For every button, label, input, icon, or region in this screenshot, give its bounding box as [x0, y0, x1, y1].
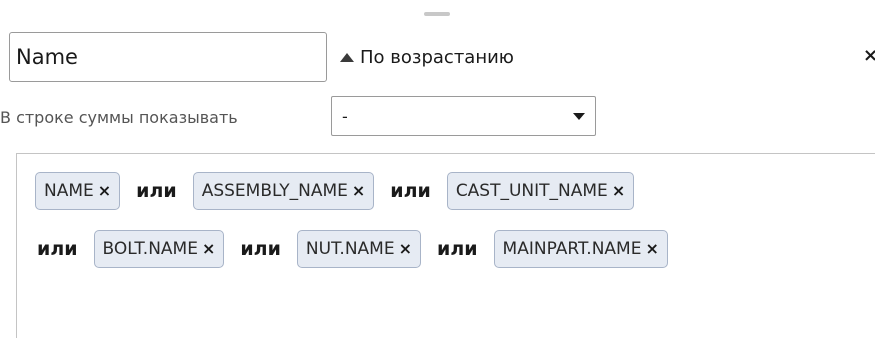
filter-tag-label: MAINPART.NAME	[502, 239, 642, 259]
filter-tag-assembly-name[interactable]: ASSEMBLY_NAME ×	[192, 172, 375, 210]
remove-tag-icon[interactable]: ×	[202, 241, 215, 257]
sort-ascending-icon	[340, 52, 354, 62]
chevron-down-icon	[573, 112, 585, 120]
summary-select[interactable]: -	[331, 96, 596, 136]
filter-tag-label: NUT.NAME	[305, 239, 395, 259]
remove-tag-icon[interactable]: ×	[612, 183, 625, 199]
or-connector: или	[37, 238, 78, 260]
or-connector: или	[390, 180, 431, 202]
or-connector: или	[240, 238, 281, 260]
remove-tag-icon[interactable]: ×	[399, 241, 412, 257]
or-connector: или	[136, 180, 177, 202]
filter-row-2: или BOLT.NAME × или NUT.NAME × или MAINP…	[37, 230, 668, 268]
sort-order-toggle[interactable]: По возрастанию	[340, 44, 514, 70]
filter-tag-cast-unit-name[interactable]: CAST_UNIT_NAME ×	[446, 172, 635, 210]
remove-tag-icon[interactable]: ×	[352, 183, 365, 199]
filter-tag-nut-name[interactable]: NUT.NAME ×	[296, 230, 421, 268]
filter-tag-label: ASSEMBLY_NAME	[201, 181, 348, 201]
close-icon[interactable]: ×	[863, 44, 875, 68]
filter-tag-mainpart-name[interactable]: MAINPART.NAME ×	[493, 230, 668, 268]
filter-tag-bolt-name[interactable]: BOLT.NAME ×	[93, 230, 225, 268]
sort-order-label: По возрастанию	[360, 46, 514, 68]
filter-row-1: NAME × или ASSEMBLY_NAME × или CAST_UNIT…	[35, 172, 635, 210]
field-name-input[interactable]	[9, 32, 327, 82]
filter-tag-label: BOLT.NAME	[102, 239, 198, 259]
summary-row-label: В строке суммы показывать	[0, 108, 238, 127]
filter-tag-name[interactable]: NAME ×	[35, 172, 121, 210]
remove-tag-icon[interactable]: ×	[98, 183, 111, 199]
or-connector: или	[437, 238, 478, 260]
filter-values-panel[interactable]: NAME × или ASSEMBLY_NAME × или CAST_UNIT…	[16, 153, 875, 338]
summary-select-value: -	[342, 106, 348, 126]
filter-tag-label: NAME	[44, 181, 94, 201]
sort-filter-panel: По возрастанию × В строке суммы показыва…	[0, 0, 875, 338]
drag-handle[interactable]	[424, 12, 450, 16]
remove-tag-icon[interactable]: ×	[645, 241, 658, 257]
filter-tag-label: CAST_UNIT_NAME	[455, 181, 608, 201]
